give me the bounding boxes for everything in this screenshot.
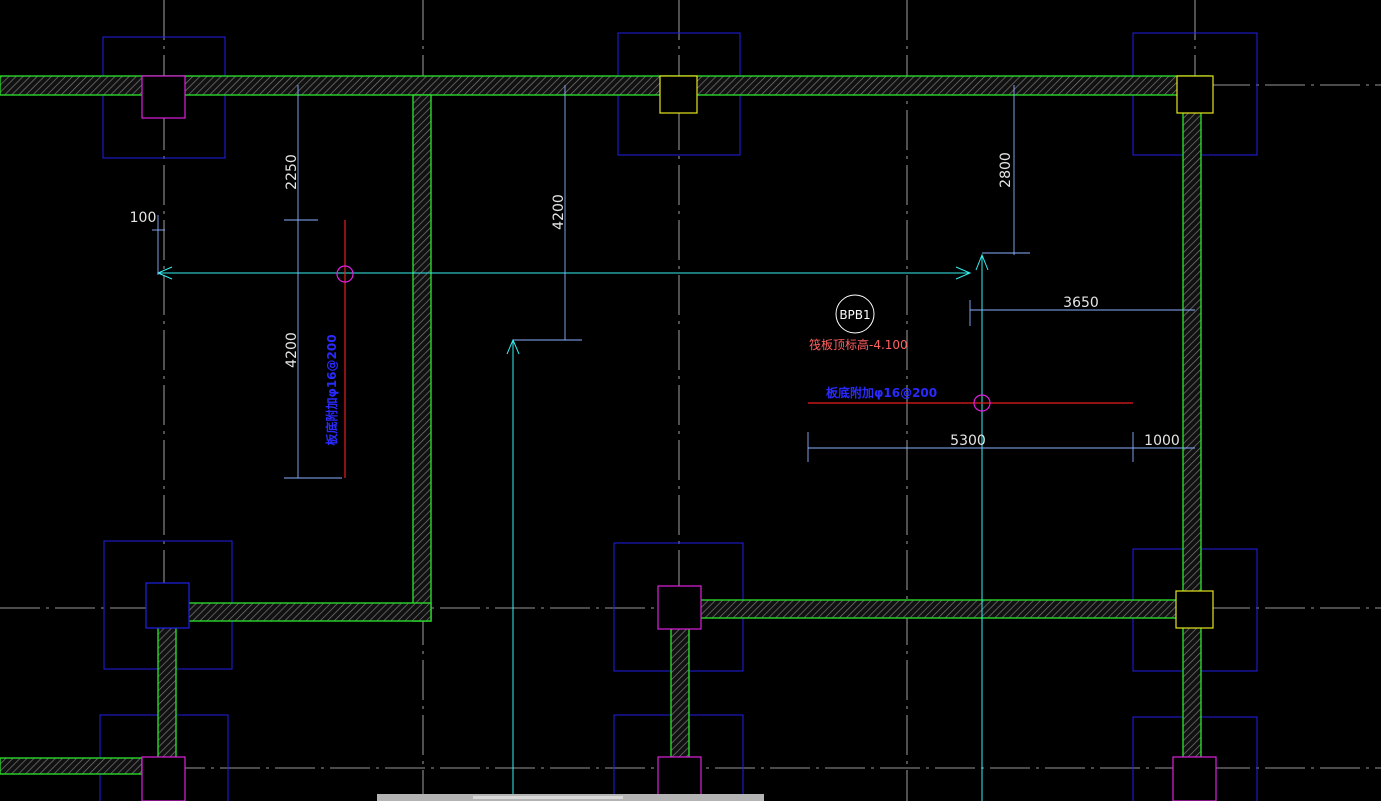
rebar-lines <box>336 220 1133 478</box>
section-lines <box>156 253 989 801</box>
wall-right-lower <box>679 599 1184 619</box>
scrollbar-thumb[interactable] <box>473 796 623 799</box>
column <box>657 585 702 630</box>
wall-left-vertical <box>412 94 432 622</box>
slab-elevation-note: 筏板顶标高-4.100 <box>809 337 908 352</box>
foundation-plan-drawing[interactable]: 2250 100 4200 4200 2800 3650 5300 1000 B… <box>0 0 1381 801</box>
cad-drawing-viewport[interactable]: 2250 100 4200 4200 2800 3650 5300 1000 B… <box>0 0 1381 801</box>
column <box>659 75 698 114</box>
grid-axes <box>0 0 1381 801</box>
column <box>1172 756 1217 801</box>
dimension-2250: 2250 <box>284 154 300 190</box>
column <box>145 582 190 629</box>
rebar-note-vertical: 板底附加φ16@200 <box>324 334 339 445</box>
dimension-4200-left: 4200 <box>284 332 300 368</box>
column <box>1175 590 1214 629</box>
slab-tag-label: BPB1 <box>839 308 870 322</box>
wall-left-lower <box>164 602 432 622</box>
walls <box>0 75 1211 801</box>
dimension-5300: 5300 <box>950 433 986 449</box>
dimension-4200-mid: 4200 <box>551 194 567 230</box>
dimension-100: 100 <box>130 210 157 226</box>
column <box>1176 75 1214 114</box>
rebar-note-horizontal: 板底附加φ16@200 <box>826 385 937 400</box>
dimension-lines <box>152 85 1195 479</box>
dimension-2800: 2800 <box>998 152 1014 188</box>
column <box>141 756 186 801</box>
wall-bottom-left <box>0 757 143 775</box>
dimension-3650: 3650 <box>1063 295 1099 311</box>
dimension-1000: 1000 <box>1144 433 1180 449</box>
column <box>141 75 186 119</box>
horizontal-scrollbar[interactable] <box>377 794 764 801</box>
